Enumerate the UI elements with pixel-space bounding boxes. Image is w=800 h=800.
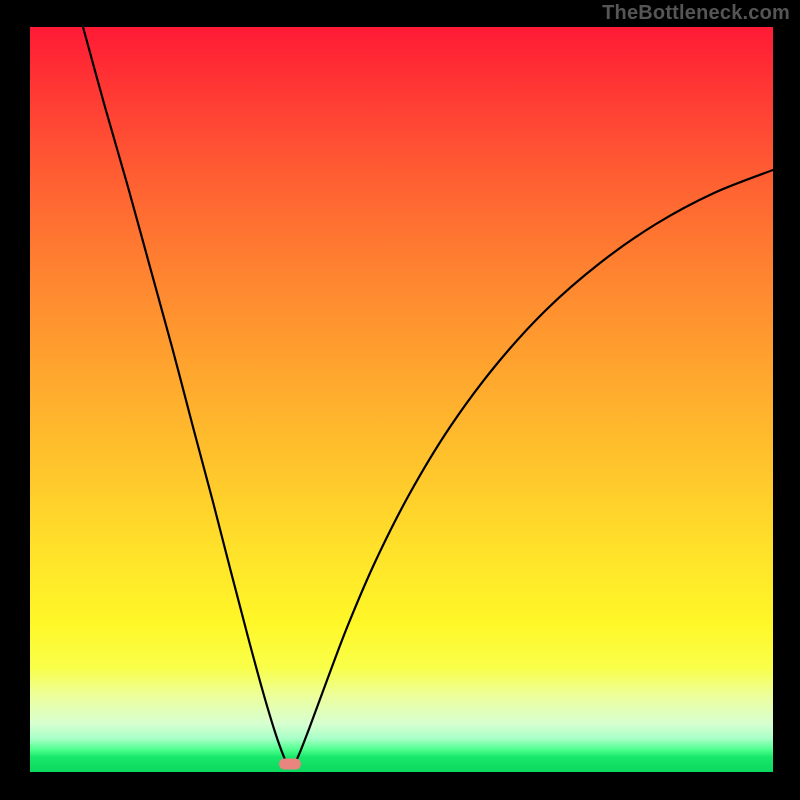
watermark-text: TheBottleneck.com bbox=[602, 2, 790, 25]
minimum-marker bbox=[279, 759, 301, 770]
plot-area bbox=[30, 27, 773, 772]
chart-container: TheBottleneck.com bbox=[0, 0, 800, 800]
curve-svg bbox=[30, 27, 773, 772]
bottleneck-curve-path bbox=[83, 27, 773, 768]
